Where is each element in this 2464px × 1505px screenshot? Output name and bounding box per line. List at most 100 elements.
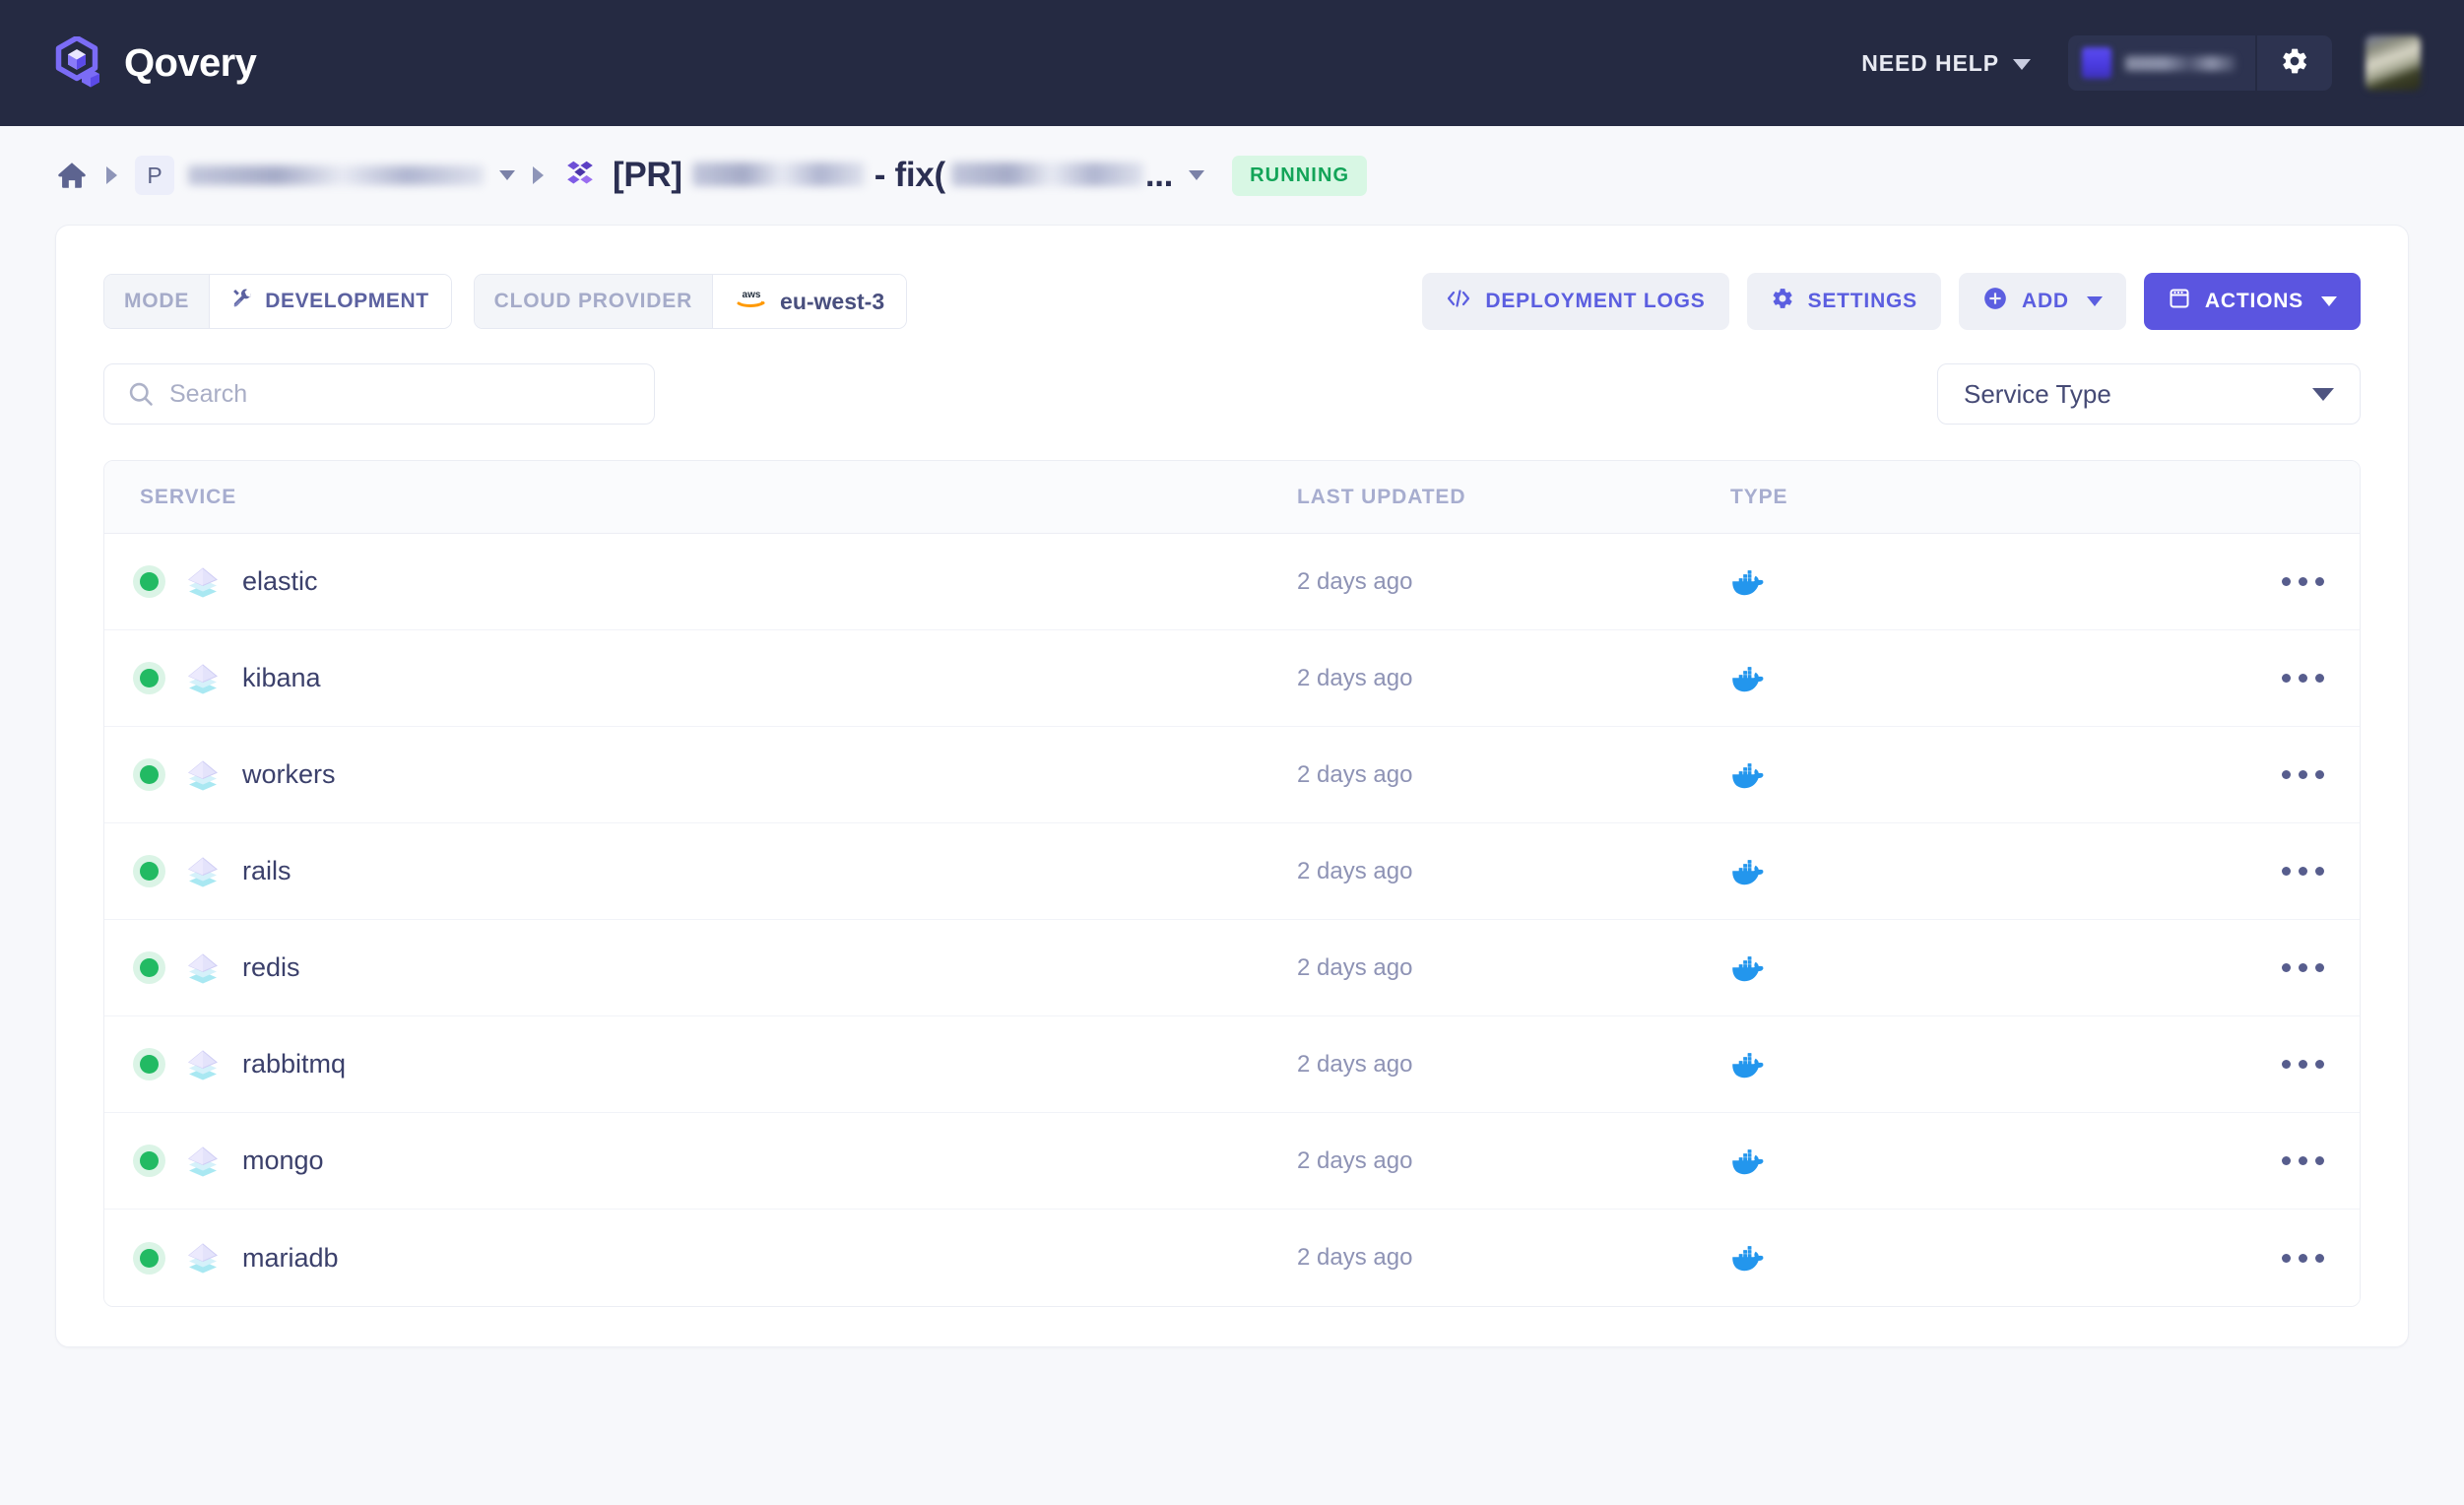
environment-separator: - fix(: [874, 156, 945, 194]
service-name: kibana: [242, 663, 321, 692]
status-indicator: [140, 1151, 185, 1170]
environment-title: [PR] - fix( ...: [613, 156, 1173, 195]
kebab-menu-icon: [2282, 1060, 2291, 1069]
kebab-menu-icon: [2282, 963, 2291, 972]
environment-prefix: [PR]: [613, 156, 682, 194]
svg-text:aws: aws: [743, 290, 761, 300]
avatar[interactable]: [2366, 35, 2421, 91]
preview-environment-icon: [561, 157, 599, 194]
brand-logo[interactable]: Qovery: [55, 36, 257, 90]
service-type-cell: [1730, 855, 2164, 888]
kebab-menu-icon: [2299, 577, 2307, 586]
add-label: ADD: [2021, 290, 2069, 312]
row-menu-button[interactable]: [2164, 1060, 2324, 1069]
docker-icon: [1730, 662, 2164, 695]
table-row[interactable]: workers 2 days ago: [104, 727, 2360, 823]
breadcrumb-project[interactable]: P: [135, 156, 484, 195]
project-chevron-down-icon[interactable]: [499, 170, 515, 180]
kebab-menu-icon: [2282, 770, 2291, 779]
service-type-label: Service Type: [1964, 378, 2111, 409]
search-input[interactable]: [103, 363, 655, 425]
table-row[interactable]: kibana 2 days ago: [104, 630, 2360, 727]
need-help-button[interactable]: NEED HELP: [1857, 40, 2035, 87]
environment-name-part-1: [691, 163, 865, 186]
settings-button[interactable]: SETTINGS: [1746, 273, 1941, 330]
table-row[interactable]: rabbitmq 2 days ago: [104, 1016, 2360, 1113]
actions-button[interactable]: ACTIONS: [2143, 273, 2361, 330]
kebab-menu-icon: [2299, 1156, 2307, 1165]
row-menu-button[interactable]: [2164, 1156, 2324, 1165]
service-cell: elastic: [140, 564, 1297, 600]
service-layers-icon: [185, 1144, 242, 1179]
service-name: mariadb: [242, 1242, 339, 1273]
plus-circle-icon: [1982, 286, 2008, 317]
row-menu-button[interactable]: [2164, 963, 2324, 972]
deployment-logs-label: DEPLOYMENT LOGS: [1485, 290, 1706, 312]
table-row[interactable]: mongo 2 days ago: [104, 1113, 2360, 1210]
docker-icon: [1730, 1241, 2164, 1275]
kebab-menu-icon: [2282, 577, 2291, 586]
row-menu-button[interactable]: [2164, 1253, 2324, 1263]
organization-switcher: [2068, 35, 2332, 91]
actions-label: ACTIONS: [2204, 290, 2303, 312]
service-name: elastic: [242, 566, 318, 596]
kebab-menu-icon: [2315, 1060, 2324, 1069]
organization-chip[interactable]: [2068, 35, 2255, 91]
caret-down-icon: [2321, 296, 2337, 306]
table-row[interactable]: elastic 2 days ago: [104, 534, 2360, 630]
table-row[interactable]: mariadb 2 days ago: [104, 1210, 2360, 1306]
home-icon[interactable]: [55, 159, 89, 192]
row-menu-button[interactable]: [2164, 577, 2324, 586]
service-last-updated: 2 days ago: [1297, 953, 1413, 981]
service-cell: rails: [140, 854, 1297, 889]
qovery-logo-icon: [55, 36, 104, 90]
service-layers-icon: [185, 854, 242, 889]
service-cell: kibana: [140, 661, 1297, 696]
status-indicator: [140, 1248, 185, 1268]
organization-settings-button[interactable]: [2255, 35, 2332, 91]
settings-label: SETTINGS: [1807, 290, 1917, 312]
status-dot-running: [140, 1151, 159, 1170]
breadcrumb: P [PR] - fix( ... RUNNING: [0, 126, 2464, 225]
cloud-provider-pill: CLOUD PROVIDER aws eu-west-3: [473, 274, 908, 329]
deployment-logs-button[interactable]: DEPLOYMENT LOGS: [1422, 273, 1729, 330]
row-menu-button[interactable]: [2164, 770, 2324, 779]
kebab-menu-icon: [2282, 674, 2291, 683]
services-card: MODE DEVELOPMENT CLOUD PROVIDER aws eu-w…: [55, 225, 2409, 1347]
status-dot-running: [140, 1055, 159, 1074]
service-type-cell: [1730, 565, 2164, 599]
service-type-select[interactable]: Service Type: [1937, 363, 2361, 425]
kebab-menu-icon: [2315, 577, 2324, 586]
service-name: rabbitmq: [242, 1049, 347, 1079]
row-menu-button[interactable]: [2164, 867, 2324, 876]
status-indicator: [140, 862, 185, 881]
service-cell: mariadb: [140, 1240, 1297, 1276]
kebab-menu-icon: [2315, 1253, 2324, 1263]
service-last-updated: 2 days ago: [1297, 1050, 1413, 1078]
environment-chevron-down-icon[interactable]: [1189, 170, 1205, 180]
column-header-last-updated: LAST UPDATED: [1297, 485, 1466, 508]
cloud-provider-value: aws eu-west-3: [712, 275, 907, 328]
status-dot-running: [140, 669, 159, 687]
kebab-menu-icon: [2299, 770, 2307, 779]
environment-ellipsis: ...: [1144, 156, 1174, 194]
status-dot-running: [140, 765, 159, 784]
add-button[interactable]: ADD: [1958, 273, 2126, 330]
docker-icon: [1730, 758, 2164, 792]
navbar-right-actions: NEED HELP: [1857, 35, 2421, 91]
status-indicator: [140, 669, 185, 687]
status-indicator: [140, 572, 185, 591]
terminal-icon: [2168, 287, 2191, 316]
aws-icon: aws: [735, 287, 768, 316]
table-row[interactable]: redis 2 days ago: [104, 920, 2360, 1016]
search-box: [103, 363, 655, 425]
service-type-cell: [1730, 1048, 2164, 1081]
table-row[interactable]: rails 2 days ago: [104, 823, 2360, 920]
row-menu-button[interactable]: [2164, 674, 2324, 683]
kebab-menu-icon: [2315, 1156, 2324, 1165]
service-name: rails: [242, 856, 292, 885]
breadcrumb-environment[interactable]: [PR] - fix( ...: [561, 156, 1173, 195]
service-last-updated: 2 days ago: [1297, 760, 1413, 788]
kebab-menu-icon: [2315, 674, 2324, 683]
status-indicator: [140, 765, 185, 784]
